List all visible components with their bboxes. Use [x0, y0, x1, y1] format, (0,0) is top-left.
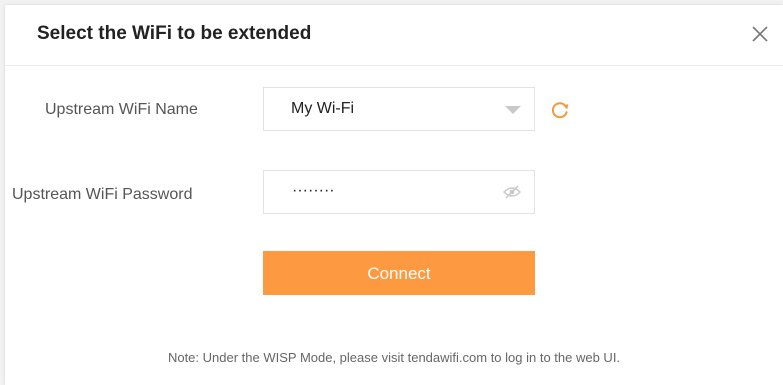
- dialog-title: Select the WiFi to be extended: [37, 23, 312, 44]
- selected-wifi-value: My Wi-Fi: [291, 100, 355, 117]
- eye-hidden-icon[interactable]: [503, 185, 521, 199]
- close-icon[interactable]: [747, 21, 773, 47]
- upstream-wifi-name-select[interactable]: My Wi-Fi: [263, 87, 535, 131]
- upstream-wifi-name-label: Upstream WiFi Name: [45, 101, 198, 118]
- upstream-wifi-password-label: Upstream WiFi Password: [12, 186, 193, 203]
- connect-button[interactable]: Connect: [263, 251, 535, 295]
- chevron-down-icon: [505, 106, 521, 114]
- dialog-header: Select the WiFi to be extended: [5, 5, 783, 66]
- wifi-extend-dialog: Select the WiFi to be extended Upstream …: [5, 5, 783, 385]
- password-value: ········: [292, 182, 335, 199]
- wisp-mode-note: Note: Under the WISP Mode, please visit …: [167, 350, 621, 365]
- refresh-icon[interactable]: [550, 100, 570, 120]
- upstream-wifi-password-field[interactable]: ········: [263, 170, 535, 214]
